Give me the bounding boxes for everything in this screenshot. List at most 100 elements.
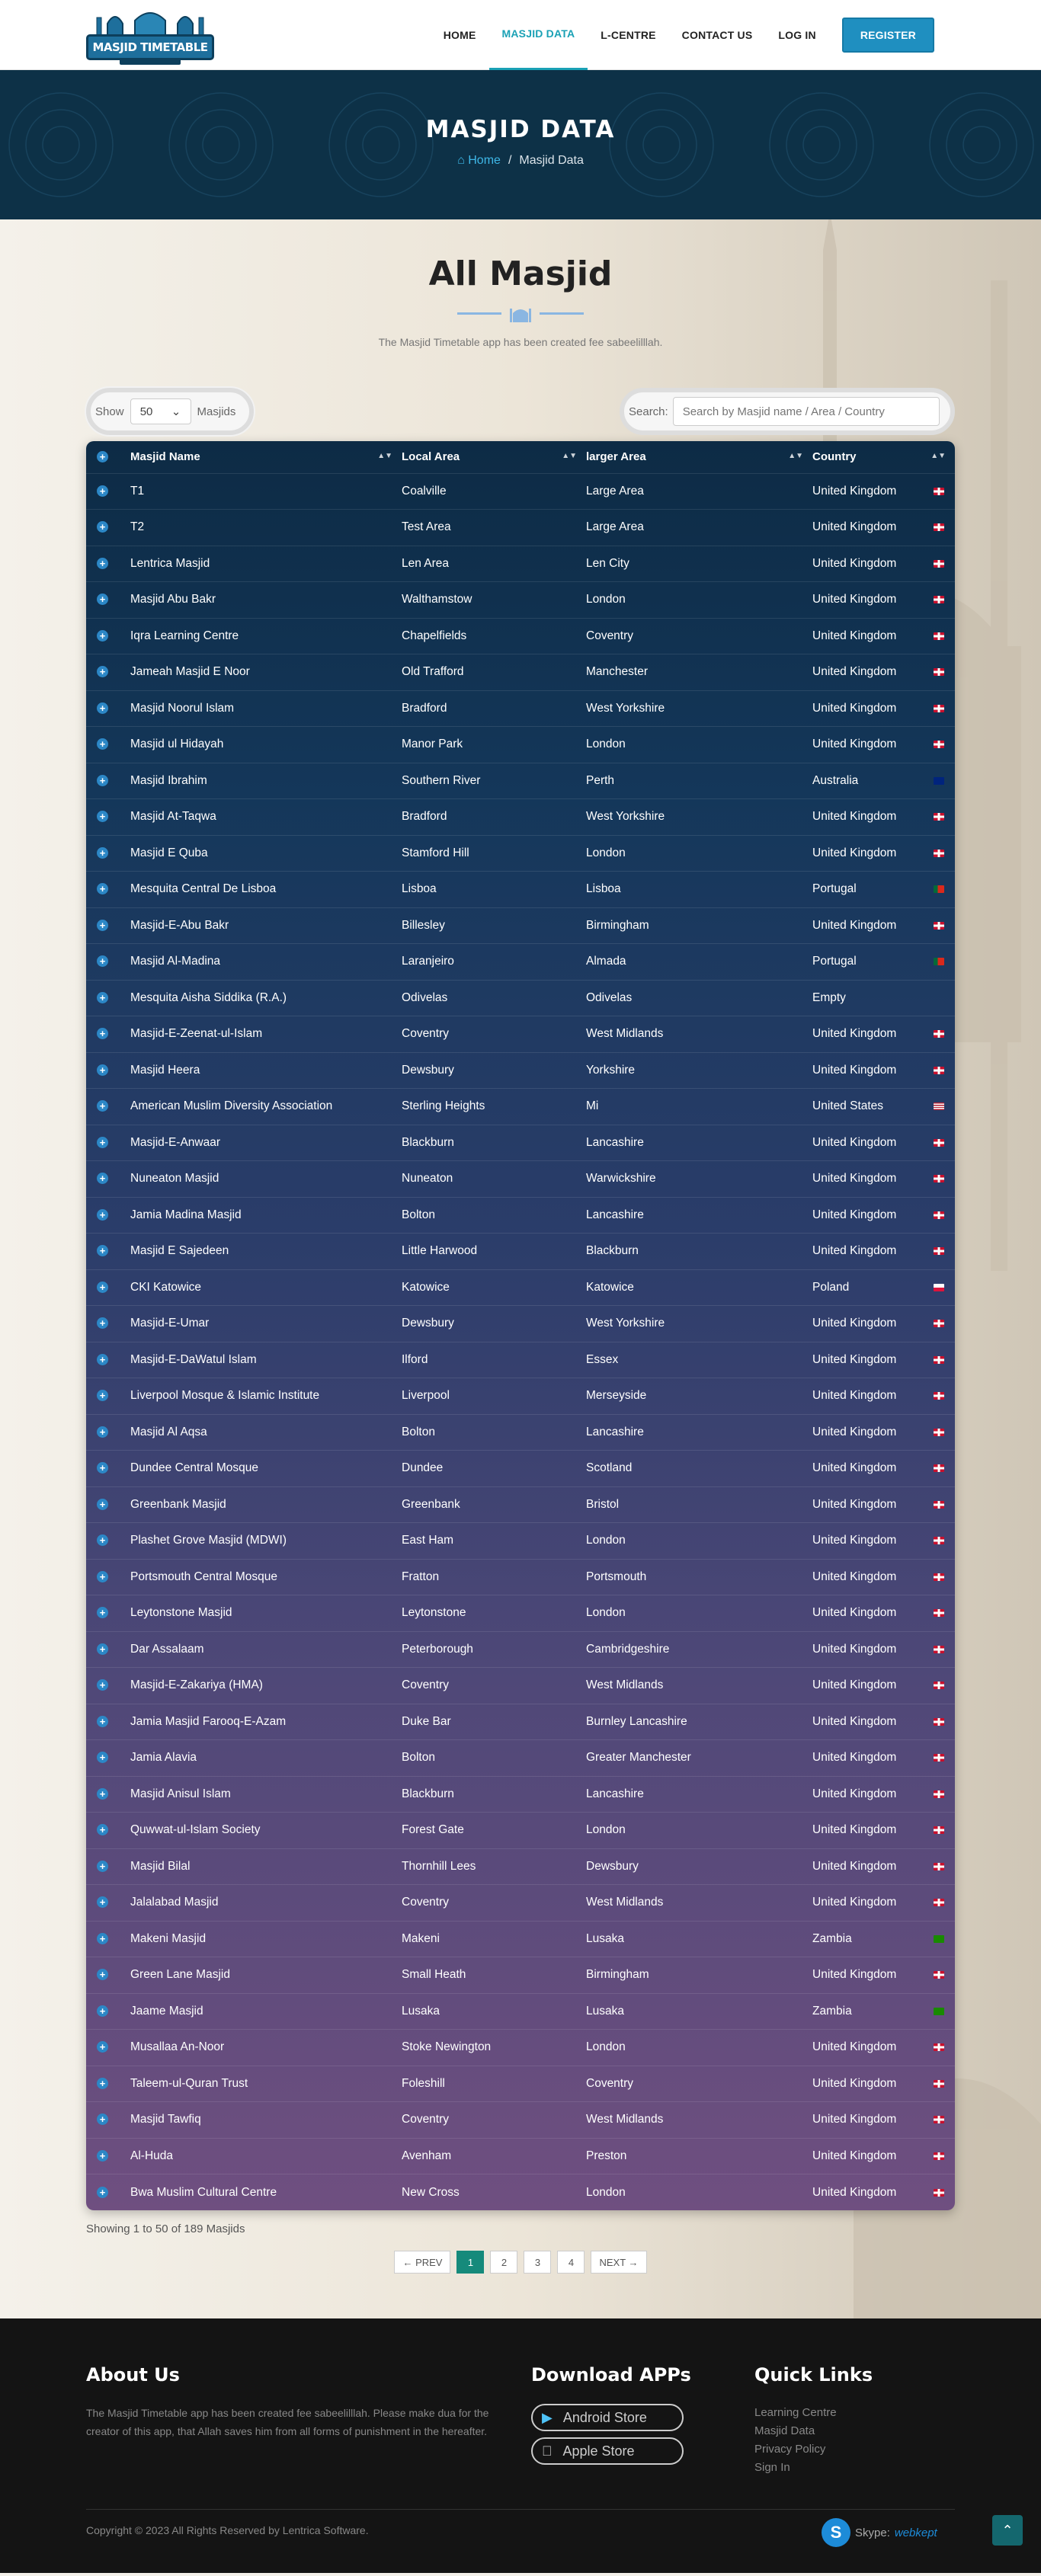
- expand-cell[interactable]: +: [86, 1522, 130, 1559]
- prev-page-button[interactable]: ← PREV: [394, 2251, 451, 2274]
- expand-cell[interactable]: +: [86, 1341, 130, 1378]
- expand-cell[interactable]: +: [86, 1305, 130, 1342]
- table-row[interactable]: + Mesquita Central De Lisboa Lisboa Lisboa P…: [86, 871, 955, 907]
- footer-link-privacy-policy[interactable]: Privacy Policy: [754, 2440, 873, 2459]
- expand-cell[interactable]: +: [86, 1051, 130, 1089]
- table-row[interactable]: + Masjid Bilal Thornhill Lees Dewsbury Unite…: [86, 1848, 955, 1885]
- expand-cell[interactable]: +: [86, 1378, 130, 1414]
- table-row[interactable]: + Masjid-E-Zeenat-ul-Islam Coventry West Mi…: [86, 1016, 955, 1052]
- footer-link-masjid-data[interactable]: Masjid Data: [754, 2422, 873, 2440]
- table-row[interactable]: + Greenbank Masjid Greenbank Bristol United …: [86, 1486, 955, 1523]
- table-row[interactable]: + American Muslim Diversity Association St…: [86, 1088, 955, 1125]
- expand-cell[interactable]: +: [86, 762, 130, 799]
- page-button-1[interactable]: 1: [456, 2251, 485, 2274]
- table-row[interactable]: + Masjid-E-Abu Bakr Billesley Birmingham Uni…: [86, 907, 955, 944]
- table-row[interactable]: + Jamia Madina Masjid Bolton Lancashire Unit…: [86, 1196, 955, 1234]
- table-row[interactable]: + T2 Test Area Large Area United Kingdom: [86, 509, 955, 546]
- table-row[interactable]: + Green Lane Masjid Small Heath Birmingham U…: [86, 1957, 955, 1993]
- expand-cell[interactable]: +: [86, 1088, 130, 1125]
- next-page-button[interactable]: NEXT →: [591, 2251, 647, 2274]
- table-row[interactable]: + Masjid Al Aqsa Bolton Lancashire United Ki…: [86, 1413, 955, 1451]
- table-row[interactable]: + Dundee Central Mosque Dundee Scotland Unit…: [86, 1450, 955, 1486]
- table-row[interactable]: + Masjid-E-Zakariya (HMA) Coventry West Mid…: [86, 1667, 955, 1704]
- expand-cell[interactable]: +: [86, 1848, 130, 1885]
- site-logo[interactable]: MASJID TIMETABLE: [86, 7, 214, 65]
- nav-masjid-data[interactable]: MASJID DATA: [488, 0, 588, 70]
- page-button-3[interactable]: 3: [524, 2251, 552, 2274]
- table-row[interactable]: + Plashet Grove Masjid (MDWI) East Ham Lond…: [86, 1522, 955, 1559]
- nav-log-in[interactable]: LOG IN: [765, 0, 828, 70]
- expand-cell[interactable]: +: [86, 979, 130, 1016]
- expand-cell[interactable]: +: [86, 1124, 130, 1161]
- expand-cell[interactable]: +: [86, 509, 130, 546]
- expand-cell[interactable]: +: [86, 1630, 130, 1668]
- table-row[interactable]: + CKI Katowice Katowice Katowice Poland: [86, 1269, 955, 1306]
- expand-cell[interactable]: +: [86, 2065, 130, 2102]
- expand-cell[interactable]: +: [86, 1196, 130, 1234]
- breadcrumb-home-link[interactable]: ⌂ Home: [457, 154, 501, 167]
- expand-cell[interactable]: +: [86, 2137, 130, 2174]
- expand-cell[interactable]: +: [86, 2101, 130, 2138]
- expand-cell[interactable]: +: [86, 1016, 130, 1052]
- nav-l-centre[interactable]: L-CENTRE: [588, 0, 668, 70]
- footer-link-sign-in[interactable]: Sign In: [754, 2459, 873, 2477]
- nav-contact-us[interactable]: CONTACT US: [669, 0, 766, 70]
- expand-cell[interactable]: +: [86, 907, 130, 944]
- table-row[interactable]: + Masjid Anisul Islam Blackburn Lancashire U…: [86, 1775, 955, 1813]
- table-row[interactable]: + Jaame Masjid Lusaka Lusaka Zambia: [86, 1992, 955, 2030]
- table-row[interactable]: + Jamia Alavia Bolton Greater Manchester Uni…: [86, 1739, 955, 1776]
- expand-cell[interactable]: +: [86, 1884, 130, 1921]
- expand-cell[interactable]: +: [86, 2029, 130, 2066]
- expand-cell[interactable]: +: [86, 943, 130, 980]
- expand-cell[interactable]: +: [86, 472, 130, 510]
- column-header-masjid-name[interactable]: Masjid Name ▲▼: [130, 441, 402, 473]
- expand-cell[interactable]: +: [86, 1667, 130, 1704]
- expand-cell[interactable]: +: [86, 1703, 130, 1740]
- skype-contact[interactable]: S Skype: webkept: [822, 2518, 937, 2547]
- table-row[interactable]: + Jamia Masjid Farooq-E-Azam Duke Bar Burnl…: [86, 1703, 955, 1740]
- table-row[interactable]: + Iqra Learning Centre Chapelfields Coventr…: [86, 617, 955, 654]
- table-row[interactable]: + Masjid At-Taqwa Bradford West Yorkshire Un…: [86, 798, 955, 835]
- table-row[interactable]: + Bwa Muslim Cultural Centre New Cross Lond…: [86, 2174, 955, 2210]
- expand-cell[interactable]: +: [86, 1450, 130, 1486]
- table-row[interactable]: + Makeni Masjid Makeni Lusaka Zambia: [86, 1920, 955, 1957]
- expand-cell[interactable]: +: [86, 871, 130, 907]
- expand-cell[interactable]: +: [86, 690, 130, 727]
- expand-cell[interactable]: +: [86, 1812, 130, 1848]
- register-button[interactable]: REGISTER: [841, 17, 934, 53]
- expand-cell[interactable]: +: [86, 1957, 130, 1993]
- table-row[interactable]: + Nuneaton Masjid Nuneaton Warwickshire Unit…: [86, 1160, 955, 1197]
- table-row[interactable]: + Masjid E Sajedeen Little Harwood Blackbur…: [86, 1233, 955, 1269]
- expand-cell[interactable]: +: [86, 1413, 130, 1451]
- table-row[interactable]: + Leytonstone Masjid Leytonstone London Unit…: [86, 1595, 955, 1631]
- expand-cell[interactable]: +: [86, 1920, 130, 1957]
- table-row[interactable]: + Masjid ul Hidayah Manor Park London United…: [86, 726, 955, 763]
- table-row[interactable]: + Jalalabad Masjid Coventry West Midlands Un…: [86, 1884, 955, 1921]
- table-row[interactable]: + Al-Huda Avenham Preston United Kingdom: [86, 2137, 955, 2174]
- expand-cell[interactable]: +: [86, 834, 130, 872]
- expand-cell[interactable]: +: [86, 1992, 130, 2030]
- search-input[interactable]: [672, 397, 940, 426]
- table-row[interactable]: + T1 Coalville Large Area United Kingdom: [86, 472, 955, 510]
- table-row[interactable]: + Masjid Noorul Islam Bradford West Yorkshi…: [86, 690, 955, 727]
- table-row[interactable]: + Masjid Ibrahim Southern River Perth Austra…: [86, 762, 955, 799]
- table-row[interactable]: + Liverpool Mosque & Islamic Institute Liv…: [86, 1378, 955, 1414]
- expand-cell[interactable]: +: [86, 581, 130, 618]
- expand-cell[interactable]: +: [86, 617, 130, 654]
- table-row[interactable]: + Masjid Abu Bakr Walthamstow London United …: [86, 581, 955, 618]
- table-row[interactable]: + Musallaa An-Noor Stoke Newington London Un…: [86, 2029, 955, 2066]
- table-row[interactable]: + Masjid-E-Anwaar Blackburn Lancashire Unite…: [86, 1124, 955, 1161]
- expand-cell[interactable]: +: [86, 1160, 130, 1197]
- footer-link-learning-centre[interactable]: Learning Centre: [754, 2404, 873, 2422]
- nav-home[interactable]: HOME: [431, 0, 489, 70]
- page-length-select[interactable]: 50 ⌄: [130, 398, 191, 424]
- table-row[interactable]: + Quwwat-ul-Islam Society Forest Gate Londo…: [86, 1812, 955, 1848]
- column-header-country[interactable]: Country ▲▼: [812, 441, 955, 473]
- expand-cell[interactable]: +: [86, 1558, 130, 1595]
- expand-cell[interactable]: +: [86, 2174, 130, 2210]
- table-row[interactable]: + Lentrica Masjid Len Area Len City United K…: [86, 545, 955, 582]
- android-store-button[interactable]: ▶ Android Store: [531, 2404, 684, 2431]
- expand-cell[interactable]: +: [86, 1269, 130, 1306]
- expand-cell[interactable]: +: [86, 1739, 130, 1776]
- expand-cell[interactable]: +: [86, 1486, 130, 1523]
